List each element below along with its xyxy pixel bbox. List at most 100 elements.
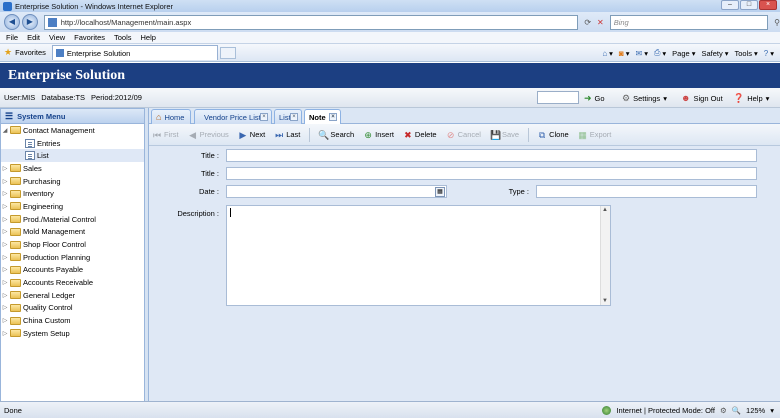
zoom-level[interactable]: 125% <box>746 406 765 415</box>
sign-out-button[interactable]: ☻ Sign Out <box>681 88 723 108</box>
help-icon[interactable]: ? ▾ <box>764 49 774 58</box>
expand-icon[interactable]: ▷ <box>1 254 9 261</box>
expand-icon[interactable]: ▷ <box>1 266 9 273</box>
tree-item-label: Shop Floor Control <box>23 240 86 250</box>
search-icon[interactable]: ⚲ <box>774 18 780 27</box>
tree-item-shop-floor-control[interactable]: ▷ Shop Floor Control <box>1 238 144 251</box>
menu-favorites[interactable]: Favorites <box>74 33 105 42</box>
clone-button[interactable]: ⧉ Clone <box>537 130 569 140</box>
title-input-2[interactable] <box>226 167 757 180</box>
close-tab-icon[interactable]: × <box>290 113 298 121</box>
tools-menu[interactable]: Tools ▾ <box>735 49 758 58</box>
save-button[interactable]: 💾 Save <box>490 130 519 140</box>
next-button[interactable]: ▶ Next <box>238 130 265 140</box>
tree-item-china-custom[interactable]: ▷ China Custom <box>1 314 144 327</box>
minimize-button[interactable]: – <box>721 0 739 10</box>
tree-item-prod-material-control[interactable]: ▷ Prod./Material Control <box>1 213 144 226</box>
expand-icon[interactable]: ▷ <box>1 203 9 210</box>
expand-icon[interactable]: ▷ <box>1 304 9 311</box>
print-icon[interactable]: ⎙ ▾ <box>654 48 666 58</box>
description-scrollbar[interactable]: ▲ ▼ <box>600 206 610 305</box>
previous-button[interactable]: ◀ Previous <box>188 130 229 140</box>
expand-icon[interactable]: ▷ <box>1 165 9 172</box>
menu-file[interactable]: File <box>6 33 18 42</box>
favorites-button[interactable]: ★ Favorites <box>4 47 46 58</box>
delete-button[interactable]: ✖ Delete <box>403 130 436 140</box>
collapse-icon[interactable]: ◢ <box>1 127 9 134</box>
favorites-label: Favorites <box>15 48 46 57</box>
tree-item-contact-management[interactable]: ◢ Contact Management <box>1 124 144 137</box>
close-tab-icon[interactable]: × <box>260 113 268 121</box>
title-input[interactable] <box>226 149 757 162</box>
tree-item-accounts-payable[interactable]: ▷ Accounts Payable <box>1 264 144 277</box>
tab-vendor-price-list[interactable]: Vendor Price List × <box>194 109 272 124</box>
refresh-icon[interactable]: ⟳ <box>584 18 591 27</box>
close-window-button[interactable]: × <box>759 0 777 10</box>
type-input[interactable] <box>536 185 757 198</box>
export-button[interactable]: ▦ Export <box>578 130 611 140</box>
expand-icon[interactable]: ▷ <box>1 216 9 223</box>
first-button[interactable]: ⏮ First <box>152 130 179 140</box>
maximize-button[interactable]: □ <box>740 0 758 10</box>
help-label: Help <box>747 93 763 103</box>
description-textarea[interactable]: ▲ ▼ <box>226 205 611 306</box>
tree-item-list[interactable]: List <box>1 149 144 163</box>
last-button[interactable]: ⏭ Last <box>274 130 300 140</box>
settings-button[interactable]: ⚙ Settings ▾ <box>622 88 667 108</box>
close-tab-icon[interactable]: × <box>329 113 337 121</box>
forward-button[interactable]: ▶ <box>21 14 38 30</box>
tab-list[interactable]: List × <box>274 109 302 124</box>
tree-item-label: Mold Management <box>23 227 86 237</box>
back-button[interactable]: ◀ <box>4 14 20 30</box>
feeds-icon[interactable]: ◙ ▾ <box>619 49 630 58</box>
search-placeholder: Bing <box>613 17 629 27</box>
tree-item-general-ledger[interactable]: ▷ General Ledger <box>1 289 144 302</box>
menu-tools[interactable]: Tools <box>114 33 132 42</box>
expand-icon[interactable]: ▷ <box>1 330 9 337</box>
insert-button[interactable]: ⊕ Insert <box>363 130 394 140</box>
expand-icon[interactable]: ▷ <box>1 279 9 286</box>
tree-item-purchasing[interactable]: ▷ Purchasing <box>1 175 144 188</box>
help-button[interactable]: ❓ Help ▾ <box>733 88 769 108</box>
menu-edit[interactable]: Edit <box>27 33 40 42</box>
scroll-down-icon[interactable]: ▼ <box>602 298 608 304</box>
tree-item-accounts-receivable[interactable]: ▷ Accounts Receivable <box>1 276 144 289</box>
go-button[interactable]: ➜ Go <box>584 88 605 108</box>
tree-item-entries[interactable]: Entries <box>1 137 144 150</box>
menu-help[interactable]: Help <box>141 33 156 42</box>
tree-item-engineering[interactable]: ▷ Engineering <box>1 200 144 213</box>
new-tab-button[interactable] <box>219 46 236 59</box>
security-zone[interactable]: Internet | Protected Mode: Off <box>616 406 715 415</box>
date-input[interactable]: ▦ <box>226 185 447 198</box>
go-input[interactable] <box>537 91 579 104</box>
safety-menu[interactable]: Safety ▾ <box>701 49 728 58</box>
page-menu[interactable]: Page ▾ <box>672 49 695 58</box>
browser-tab[interactable]: Enterprise Solution <box>51 45 218 60</box>
zoom-dropdown-icon[interactable]: ▾ <box>770 406 774 415</box>
tab-home[interactable]: ⌂ Home <box>151 109 191 124</box>
expand-icon[interactable]: ▷ <box>1 292 9 299</box>
stop-icon[interactable]: ✕ <box>597 18 604 27</box>
home-icon[interactable]: ⌂ ▾ <box>602 49 613 58</box>
expand-icon[interactable]: ▷ <box>1 241 9 248</box>
calendar-icon[interactable]: ▦ <box>435 187 445 197</box>
tab-note[interactable]: Note × <box>304 109 341 125</box>
expand-icon[interactable]: ▷ <box>1 317 9 324</box>
cancel-button[interactable]: ⊘ Cancel <box>446 130 481 140</box>
mail-icon[interactable]: ✉ ▾ <box>636 49 648 58</box>
tree-item-mold-management[interactable]: ▷ Mold Management <box>1 226 144 239</box>
tree-item-inventory[interactable]: ▷ Inventory <box>1 187 144 200</box>
expand-icon[interactable]: ▷ <box>1 228 9 235</box>
address-bar[interactable]: http://localhost/Management/main.aspx <box>43 14 579 30</box>
tree-item-quality-control[interactable]: ▷ Quality Control <box>1 302 144 315</box>
home-icon: ⌂ <box>156 112 162 122</box>
tree-item-sales[interactable]: ▷ Sales <box>1 162 144 175</box>
expand-icon[interactable]: ▷ <box>1 190 9 197</box>
tree-item-system-setup[interactable]: ▷ System Setup <box>1 327 144 340</box>
tree-item-production-planning[interactable]: ▷ Production Planning <box>1 251 144 264</box>
menu-view[interactable]: View <box>49 33 65 42</box>
scroll-up-icon[interactable]: ▲ <box>602 207 608 213</box>
search-input[interactable]: Bing <box>609 14 769 30</box>
search-button[interactable]: 🔍 Search <box>318 130 354 140</box>
expand-icon[interactable]: ▷ <box>1 178 9 185</box>
